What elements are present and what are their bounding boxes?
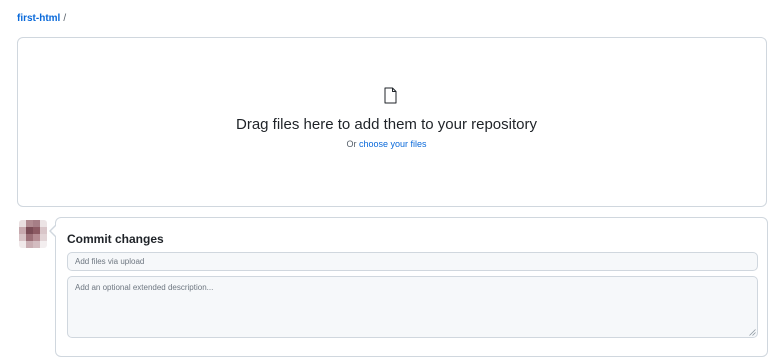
breadcrumb-separator: / xyxy=(63,13,67,24)
breadcrumb: first-html / xyxy=(17,12,66,26)
file-icon xyxy=(384,87,397,104)
repo-link[interactable]: first-html xyxy=(17,13,60,24)
choose-files-link[interactable]: choose your files xyxy=(359,139,427,149)
commit-panel-caret-fill xyxy=(51,225,57,237)
dropzone-subtitle: Or choose your files xyxy=(0,138,773,150)
resize-handle-icon[interactable] xyxy=(749,329,756,336)
commit-summary-input[interactable] xyxy=(67,252,758,271)
avatar xyxy=(19,220,47,248)
dropzone-title: Drag files here to add them to your repo… xyxy=(236,116,537,133)
commit-description-input[interactable] xyxy=(67,276,758,338)
dropzone-prefix: Or xyxy=(346,139,357,149)
commit-title: Commit changes xyxy=(67,232,164,246)
